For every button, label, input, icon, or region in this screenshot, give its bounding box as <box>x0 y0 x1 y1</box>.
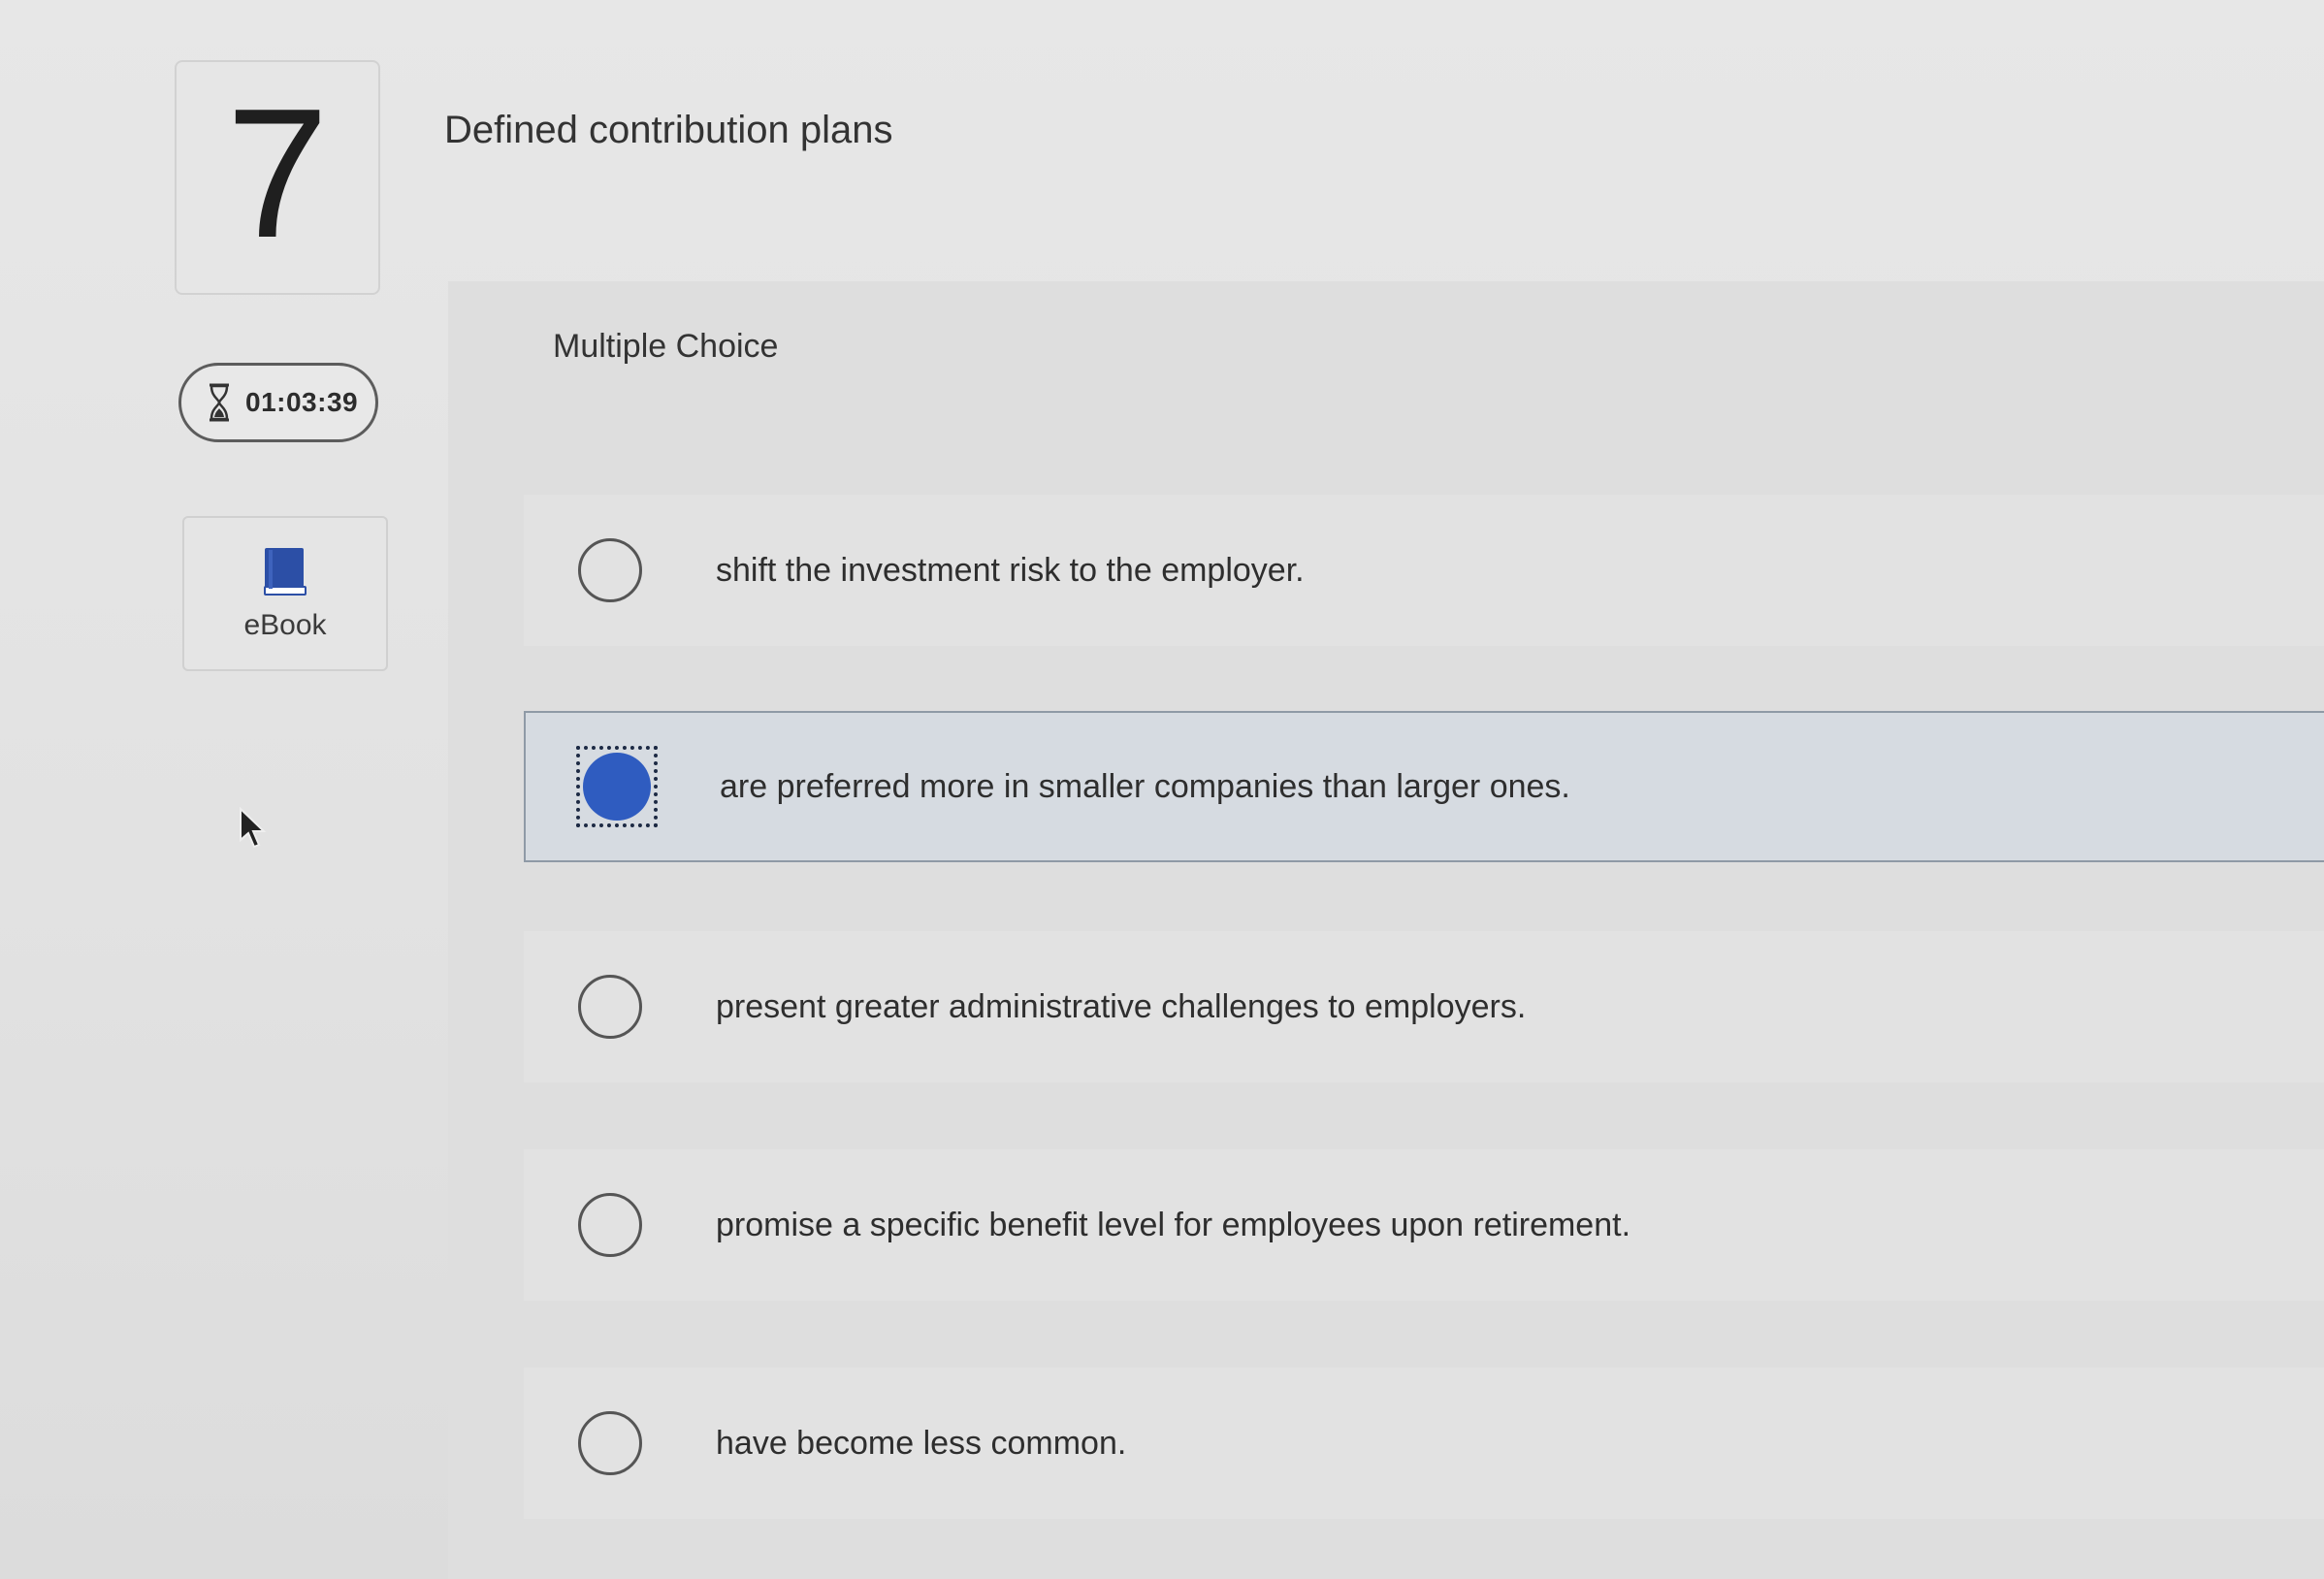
option-text: have become less common. <box>716 1424 1127 1462</box>
ebook-label: eBook <box>243 608 327 641</box>
question-number: 7 <box>226 71 329 276</box>
question-title: Defined contribution plans <box>444 109 893 151</box>
radio-button[interactable] <box>578 1411 642 1475</box>
radio-button[interactable] <box>578 1193 642 1257</box>
mouse-pointer-icon <box>239 806 268 854</box>
option-text: shift the investment risk to the employe… <box>716 551 1305 589</box>
option-text: are preferred more in smaller companies … <box>720 767 1570 805</box>
option-text: promise a specific benefit level for emp… <box>716 1206 1631 1243</box>
answer-option-5[interactable]: have become less common. <box>524 1368 2324 1519</box>
timer-badge[interactable]: 01:03:39 <box>178 363 378 442</box>
radio-button-selected[interactable] <box>583 753 651 821</box>
radio-button[interactable] <box>578 538 642 602</box>
answer-option-2[interactable]: are preferred more in smaller companies … <box>524 711 2324 862</box>
question-type-label: Multiple Choice <box>553 328 779 365</box>
timer-value: 01:03:39 <box>245 387 359 417</box>
book-icon <box>261 546 309 603</box>
answer-option-3[interactable]: present greater administrative challenge… <box>524 931 2324 1082</box>
option-text: present greater administrative challenge… <box>716 987 1527 1025</box>
answer-option-1[interactable]: shift the investment risk to the employe… <box>524 495 2324 646</box>
answer-option-4[interactable]: promise a specific benefit level for emp… <box>524 1149 2324 1301</box>
question-number-box: 7 <box>175 60 380 295</box>
radio-focus-ring[interactable] <box>576 746 658 827</box>
radio-button[interactable] <box>578 975 642 1039</box>
hourglass-icon <box>207 383 232 422</box>
quiz-page: 7 01:03:39 eBook Defined contribution pl… <box>0 0 2324 1579</box>
ebook-button[interactable]: eBook <box>182 516 388 671</box>
